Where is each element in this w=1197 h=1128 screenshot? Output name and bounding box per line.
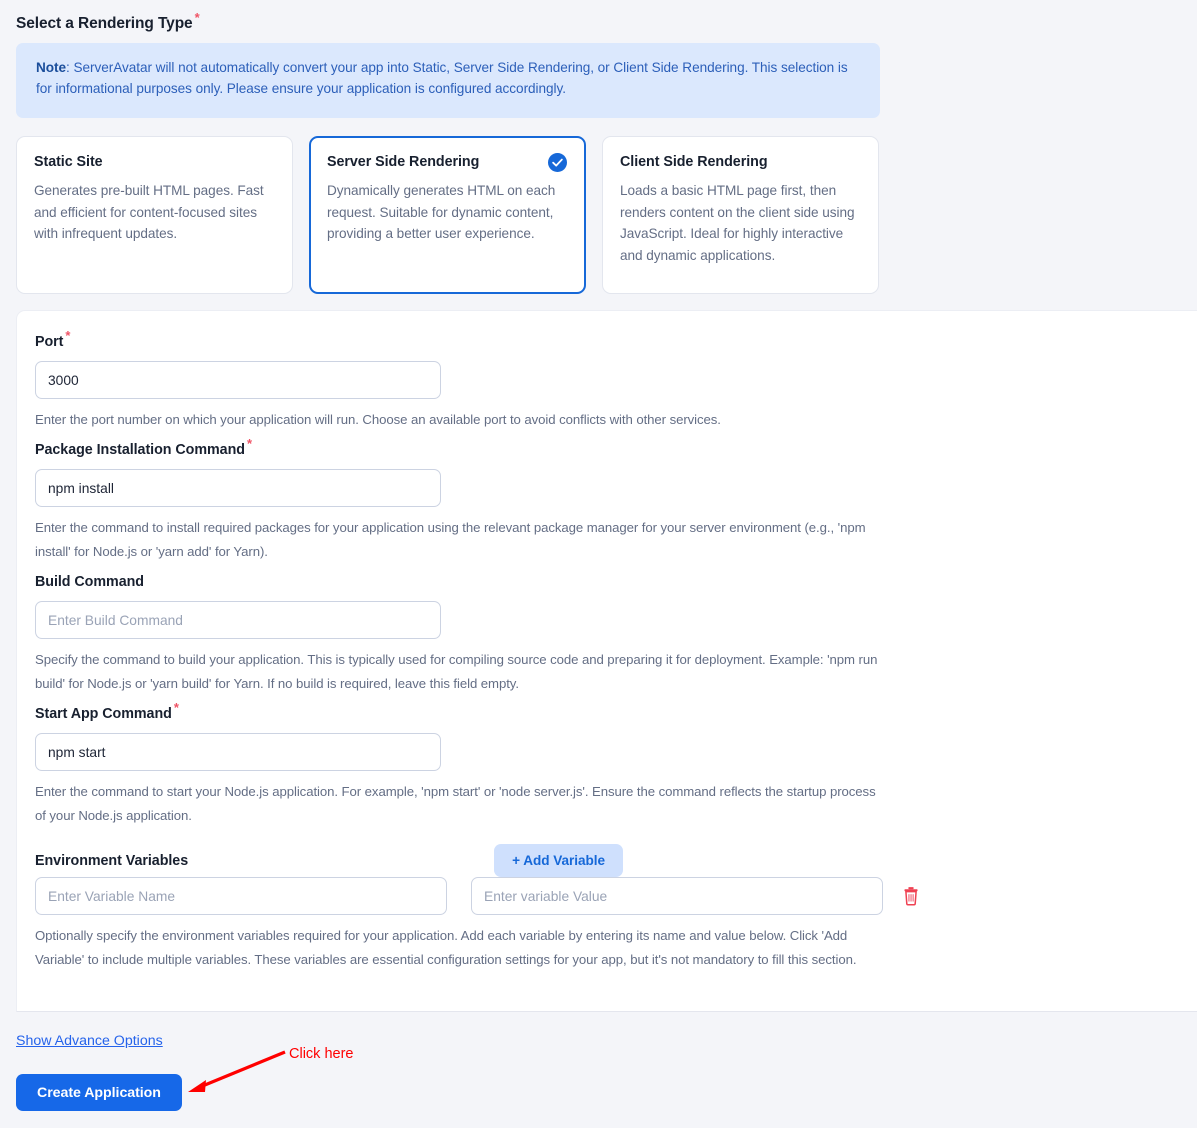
card-description: Generates pre-built HTML pages. Fast and… [34, 183, 264, 241]
required-asterisk: * [194, 9, 200, 25]
build-command-help-text: Specify the command to build your applic… [35, 652, 878, 691]
field-build-command: Build Command Specify the command to bui… [35, 574, 883, 696]
application-settings-panel: Port* Enter the port number on which you… [16, 310, 1197, 1012]
variable-value-input[interactable] [471, 877, 883, 915]
annotation-arrow [188, 1050, 286, 1092]
rendering-type-card-group: Static Site Generates pre-built HTML pag… [16, 136, 879, 294]
check-circle-icon [548, 153, 567, 172]
port-input[interactable] [35, 361, 441, 399]
add-variable-button[interactable]: + Add Variable [494, 844, 623, 877]
card-title: Static Site [34, 154, 103, 170]
package-install-label-text: Package Installation Command [35, 442, 245, 458]
note-label: Note [36, 60, 67, 75]
port-label-text: Port [35, 334, 64, 350]
create-application-button[interactable]: Create Application [16, 1074, 182, 1111]
field-package-install-command: Package Installation Command* Enter the … [35, 437, 883, 564]
environment-variables-header: Environment Variables + Add Variable [35, 844, 695, 877]
show-advance-options-link[interactable]: Show Advance Options [16, 1033, 163, 1049]
build-command-input[interactable] [35, 601, 441, 639]
page-title-text: Select a Rendering Type [16, 15, 193, 32]
start-command-help-text: Enter the command to start your Node.js … [35, 784, 876, 823]
start-command-label-text: Start App Command [35, 706, 172, 722]
card-title: Server Side Rendering [327, 154, 480, 170]
port-label: Port * [35, 329, 883, 350]
environment-variable-row [35, 877, 920, 915]
port-help-text: Enter the port number on which your appl… [35, 412, 721, 427]
field-start-app-command: Start App Command* Enter the command to … [35, 701, 883, 828]
note-banner: Note: ServerAvatar will not automaticall… [16, 43, 880, 118]
note-body: : ServerAvatar will not automatically co… [36, 60, 848, 96]
card-title: Client Side Rendering [620, 154, 768, 170]
start-command-input[interactable] [35, 733, 441, 771]
required-asterisk: * [173, 700, 179, 716]
environment-variables-help-text: Optionally specify the environment varia… [35, 928, 857, 967]
package-install-input[interactable] [35, 469, 441, 507]
delete-variable-button[interactable] [902, 886, 920, 906]
required-asterisk: * [246, 436, 252, 452]
trash-icon [902, 887, 920, 909]
environment-variables-label: Environment Variables [35, 852, 189, 869]
required-asterisk: * [65, 328, 71, 344]
build-command-label: Build Command [35, 574, 144, 590]
package-install-label: Package Installation Command * [35, 437, 883, 458]
page-title: Select a Rendering Type * [16, 11, 200, 33]
package-install-help-text: Enter the command to install required pa… [35, 520, 866, 559]
field-port: Port* Enter the port number on which you… [35, 329, 883, 432]
card-description: Loads a basic HTML page first, then rend… [620, 183, 855, 263]
card-description: Dynamically generates HTML on each reque… [327, 183, 556, 241]
rendering-type-card-client-side-rendering[interactable]: Client Side Rendering Loads a basic HTML… [602, 136, 879, 294]
annotation-label: Click here [289, 1046, 354, 1062]
variable-name-input[interactable] [35, 877, 447, 915]
start-command-label: Start App Command * [35, 701, 883, 722]
note-banner-text: Note: ServerAvatar will not automaticall… [36, 57, 860, 99]
rendering-type-card-server-side-rendering[interactable]: Server Side Rendering Dynamically genera… [309, 136, 586, 294]
rendering-type-card-static-site[interactable]: Static Site Generates pre-built HTML pag… [16, 136, 293, 294]
